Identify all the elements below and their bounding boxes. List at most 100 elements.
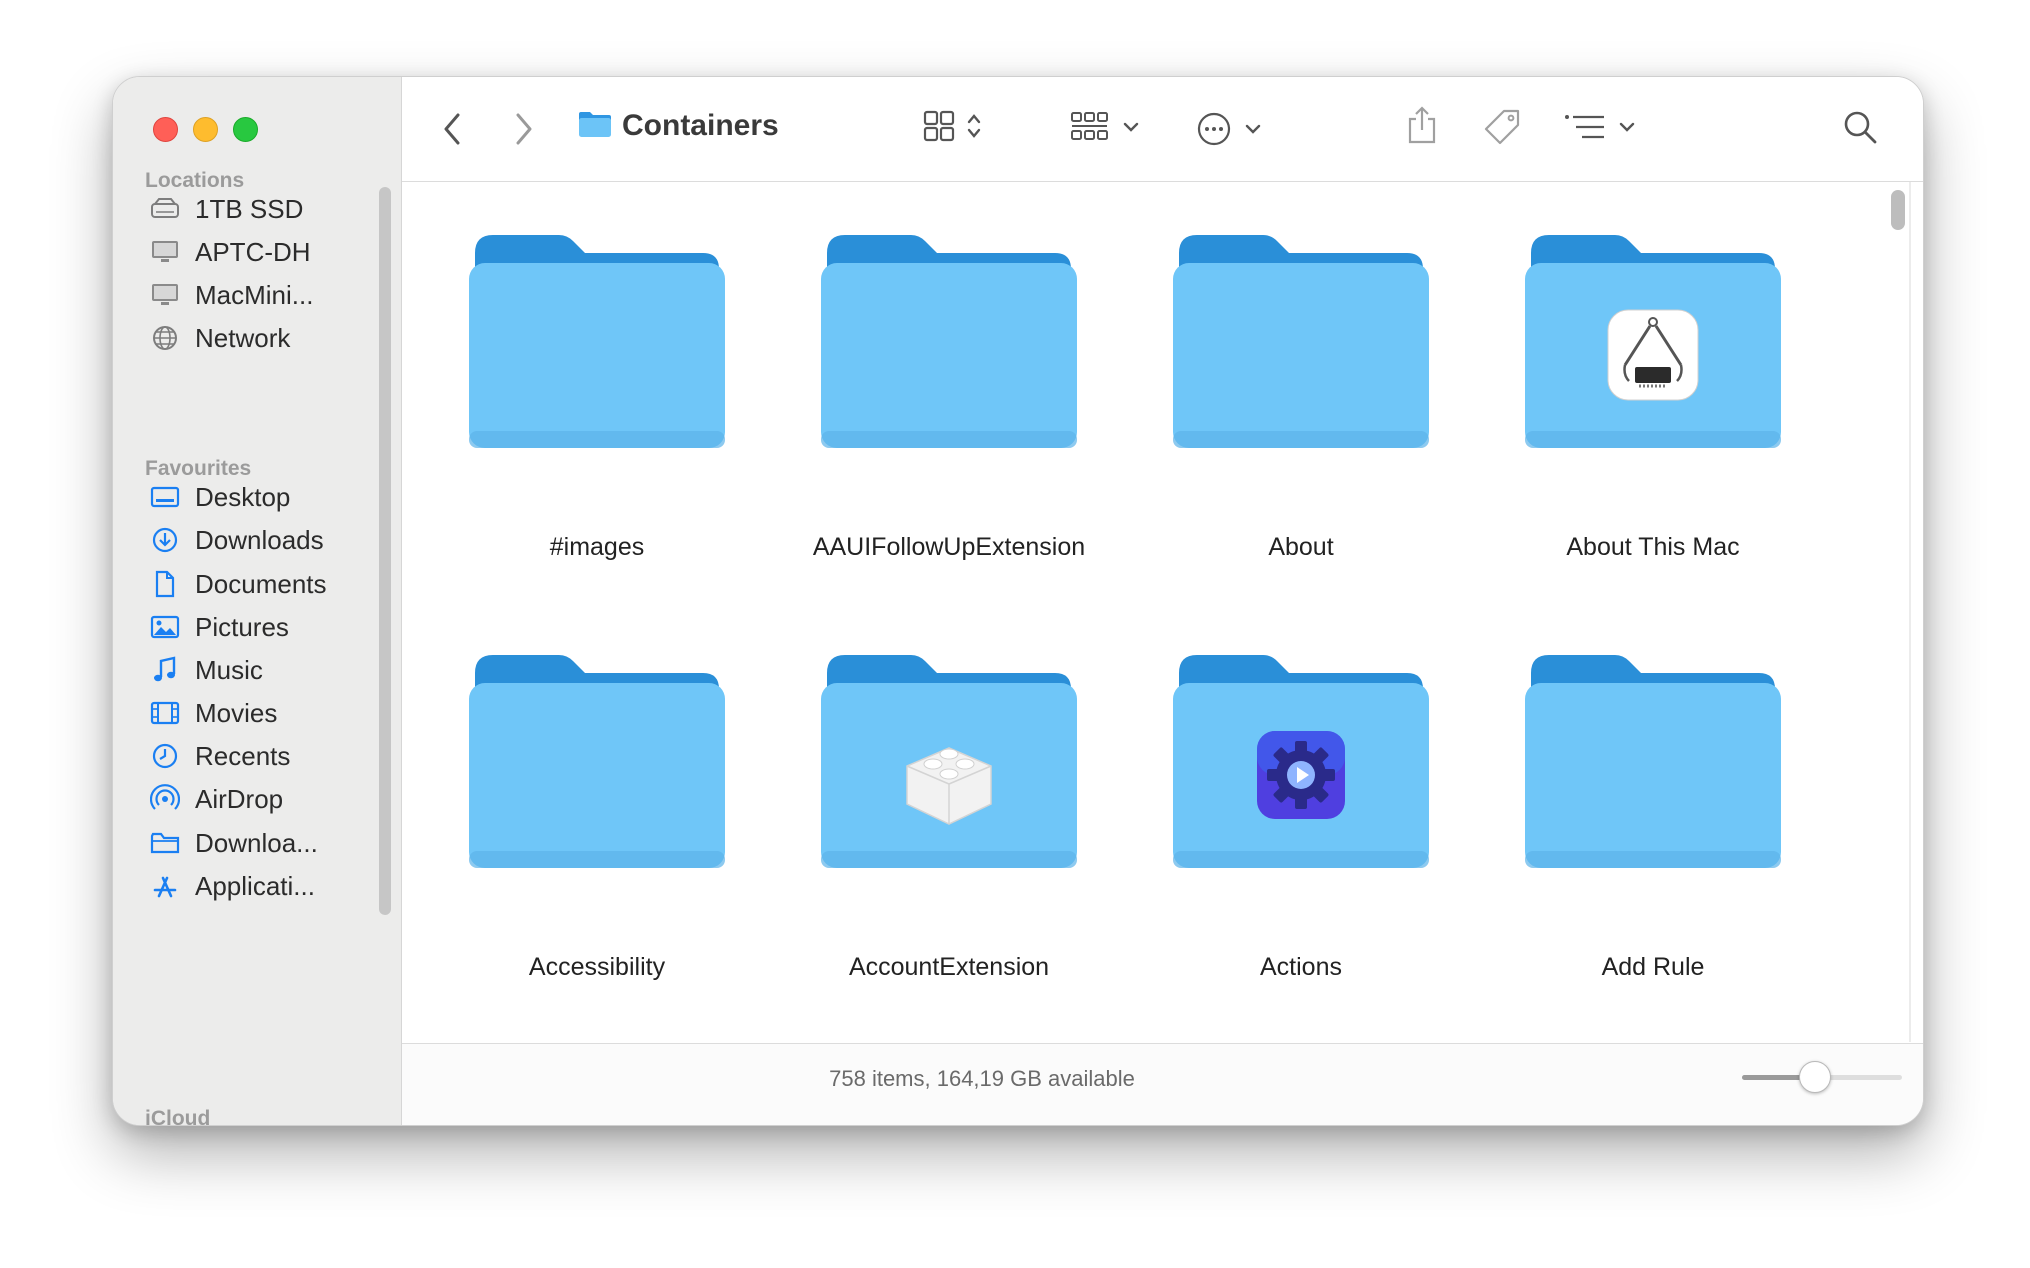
sidebar-item-airdrop[interactable]: AirDrop: [149, 778, 379, 820]
finder-window: Locations 1TB SSD APTC-DH MacMini... Net…: [112, 76, 1924, 1126]
sidebar-item-aptc-dh[interactable]: APTC-DH: [149, 231, 379, 273]
search-icon: [1842, 109, 1878, 150]
sidebar-item-downloads-folder[interactable]: Downloa...: [149, 822, 379, 864]
view-mode-button[interactable]: [922, 109, 982, 148]
folder-item[interactable]: Accessibility: [442, 645, 752, 985]
photo-icon: [149, 611, 181, 643]
drive-icon: [149, 193, 181, 225]
more-actions-button[interactable]: [1196, 111, 1262, 152]
automator-gear-icon: [1257, 731, 1345, 819]
folder-name: AAUIFollowUpExtension: [812, 533, 1086, 561]
path-title: Containers: [578, 109, 779, 143]
sidebar-item-label: 1TB SSD: [195, 193, 304, 224]
toolbar: Containers: [402, 77, 1923, 182]
sidebar-item-desktop[interactable]: Desktop: [149, 476, 379, 518]
sidebar-item-label: APTC-DH: [195, 236, 311, 267]
airdrop-icon: [149, 783, 181, 815]
window-controls: [153, 117, 258, 142]
folder-icon: [578, 110, 612, 143]
folder-icon: [469, 655, 725, 868]
more-actions-icon: [1196, 111, 1232, 152]
sidebar-item-label: Downloads: [195, 524, 324, 555]
folder-item[interactable]: About: [1146, 225, 1456, 565]
sidebar-item-label: Downloa...: [195, 827, 318, 858]
folder-icon: [1525, 235, 1781, 448]
folder-name: Actions: [1260, 953, 1342, 981]
chevron-down-icon: [1244, 122, 1262, 141]
close-window-button[interactable]: [153, 117, 178, 142]
folder-item[interactable]: AccountExtension: [794, 645, 1104, 985]
folder-name: About This Mac: [1566, 533, 1740, 561]
folder-outline-icon: [149, 827, 181, 859]
tag-button[interactable]: [1482, 107, 1522, 152]
folder-icon: [1525, 655, 1781, 868]
up-down-chevron-icon: [966, 111, 982, 146]
network-globe-icon: [149, 322, 181, 354]
zoom-window-button[interactable]: [233, 117, 258, 142]
folder-name: Accessibility: [528, 953, 666, 981]
forward-button[interactable]: [512, 111, 534, 152]
sidebar-item-pictures[interactable]: Pictures: [149, 606, 379, 648]
status-bar: 758 items, 164,19 GB available: [402, 1043, 1923, 1125]
tag-icon: [1482, 107, 1522, 152]
chevron-down-icon: [1618, 120, 1636, 139]
folder-item[interactable]: #images: [442, 225, 752, 565]
sidebar-item-label: Applicati...: [195, 870, 315, 901]
minimize-window-button[interactable]: [193, 117, 218, 142]
sidebar-item-label: AirDrop: [195, 783, 284, 814]
folder-item[interactable]: Actions: [1146, 645, 1456, 985]
content-scrollbar[interactable]: [1891, 190, 1905, 230]
sidebar-item-recents[interactable]: Recents: [149, 735, 379, 777]
display-icon: [149, 279, 181, 311]
folder-icon: [821, 235, 1077, 448]
sidebar-item-macmini[interactable]: MacMini...: [149, 274, 379, 316]
sidebar-item-music[interactable]: Music: [149, 649, 379, 691]
file-grid: #images AAUIFollowUpExtension About About T…: [402, 182, 1923, 1042]
music-note-icon: [149, 654, 181, 686]
sidebar-item-applications[interactable]: Applicati...: [149, 865, 379, 907]
download-circle-icon: [149, 524, 181, 556]
back-button[interactable]: [442, 111, 464, 152]
folder-icon: [1173, 235, 1429, 448]
sort-button[interactable]: [1564, 113, 1636, 146]
chevron-down-icon: [1122, 120, 1140, 139]
share-button[interactable]: [1406, 105, 1438, 150]
group-icon: [1070, 111, 1110, 148]
sidebar-item-downloads[interactable]: Downloads: [149, 519, 379, 561]
window-title: Containers: [622, 109, 779, 142]
sort-list-icon: [1564, 113, 1606, 146]
folder-icon: [1173, 655, 1429, 868]
system-information-icon: [1607, 309, 1699, 401]
status-text: 758 items, 164,19 GB available: [829, 1066, 1135, 1091]
sidebar-item-label: Pictures: [195, 611, 289, 642]
icon-size-slider-knob[interactable]: [1799, 1061, 1831, 1093]
app-store-icon: [149, 870, 181, 902]
folder-item[interactable]: AAUIFollowUpExtension: [794, 225, 1104, 565]
sidebar: Locations 1TB SSD APTC-DH MacMini... Net…: [113, 77, 402, 1125]
sidebar-item-movies[interactable]: Movies: [149, 692, 379, 734]
folder-name: Add Rule: [1601, 953, 1705, 981]
film-icon: [149, 697, 181, 729]
sidebar-item-documents[interactable]: Documents: [149, 563, 379, 605]
folder-icon: [821, 655, 1077, 868]
folder-name: AccountExtension: [848, 953, 1050, 981]
folder-name: #images: [549, 533, 645, 561]
sidebar-item-label: Movies: [195, 697, 278, 728]
search-button[interactable]: [1842, 109, 1878, 150]
sidebar-scrollbar[interactable]: [379, 187, 391, 915]
forward-chevron-icon: [512, 111, 534, 152]
content-scroll-track: [1909, 182, 1911, 1042]
desktop-icon: [149, 481, 181, 513]
folder-item[interactable]: About This Mac: [1498, 225, 1808, 565]
clock-icon: [149, 740, 181, 772]
sidebar-item-label: Recents: [195, 740, 291, 771]
group-button[interactable]: [1070, 111, 1140, 148]
folder-item[interactable]: Add Rule: [1498, 645, 1808, 985]
sidebar-item-1tb-ssd[interactable]: 1TB SSD: [149, 188, 379, 230]
sidebar-item-network[interactable]: Network: [149, 317, 379, 359]
display-icon: [149, 236, 181, 268]
document-icon: [149, 568, 181, 600]
folder-icon: [469, 235, 725, 448]
share-icon: [1406, 105, 1438, 150]
icon-view-icon: [922, 109, 956, 148]
